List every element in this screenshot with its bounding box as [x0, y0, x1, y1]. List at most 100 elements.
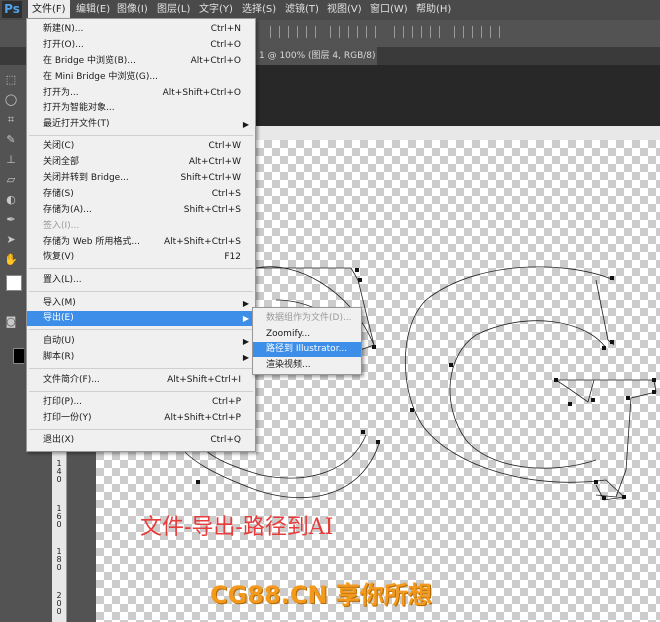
anchor-point — [652, 390, 656, 394]
anchor-point — [449, 363, 453, 367]
menu-layer[interactable]: 图层(L) — [153, 0, 194, 20]
menu-filter[interactable]: 滤镜(T) — [281, 0, 323, 20]
submenu-arrow-icon: ▶ — [242, 337, 249, 346]
menu-item-scripts[interactable]: 脚本(R) ▶ — [27, 350, 255, 365]
ruler-label: 1 4 0 — [56, 459, 62, 484]
foreground-color-swatch[interactable] — [6, 275, 22, 291]
menu-item-browse-bridge[interactable]: 在 Bridge 中浏览(B)... Alt+Ctrl+O — [27, 54, 255, 69]
submenu-item-paths-to-illustrator[interactable]: 路径到 Illustrator... — [253, 342, 361, 357]
menu-separator — [29, 268, 253, 269]
menu-item-export[interactable]: 导出(E) ▶ — [27, 311, 255, 326]
menu-separator — [29, 291, 253, 292]
submenu-arrow-icon: ▶ — [242, 353, 249, 362]
anchor-point — [622, 495, 626, 499]
submenu-item-zoomify[interactable]: Zoomify... — [253, 327, 361, 342]
hand-tool-icon[interactable]: ✋ — [3, 253, 19, 267]
distribute-bottom-icon[interactable] — [430, 26, 440, 38]
menu-item-open[interactable]: 打开(O)... Ctrl+O — [27, 38, 255, 53]
menu-select[interactable]: 选择(S) — [238, 0, 280, 20]
distribute-top-icon[interactable] — [394, 26, 404, 38]
anchor-point — [410, 408, 414, 412]
menu-type[interactable]: 文字(Y) — [195, 0, 237, 20]
quick-mask-icon[interactable]: ◙ — [3, 315, 19, 329]
distribute-right-icon[interactable] — [490, 26, 500, 38]
anchor-point — [626, 396, 630, 400]
export-submenu: 数据组作为文件(D)... Zoomify... 路径到 Illustrator… — [252, 307, 362, 375]
align-middle-icon[interactable] — [288, 26, 298, 38]
menu-window[interactable]: 窗口(W) — [366, 0, 412, 20]
menu-item-import[interactable]: 导入(M) ▶ — [27, 296, 255, 311]
menu-item-revert[interactable]: 恢复(V) F12 — [27, 250, 255, 265]
menu-separator — [29, 135, 253, 136]
align-top-icon[interactable] — [270, 26, 280, 38]
align-left-icon[interactable] — [330, 26, 340, 38]
menu-item-place[interactable]: 置入(L)... — [27, 273, 255, 288]
healing-brush-icon[interactable]: ✎ — [3, 133, 19, 147]
path-g-inner — [449, 320, 607, 469]
anchor-point — [568, 402, 572, 406]
path-g-crossbar — [555, 379, 595, 403]
anchor-point — [355, 268, 359, 272]
menu-item-close[interactable]: 关闭(C) Ctrl+W — [27, 139, 255, 154]
document-tab[interactable]: 1 @ 100% (图层 4, RGB/8) * — [255, 47, 377, 79]
menu-item-recent-files[interactable]: 最近打开文件(T) ▶ — [27, 117, 255, 132]
ruler-label: 1 8 0 — [56, 547, 62, 572]
toolbox: ⬚ ◯ ⌗ ✎ ⊥ ▱ ◐ ✒ ➤ ✋ ◙ — [0, 65, 29, 622]
submenu-item-render-video[interactable]: 渲染视频... — [253, 358, 361, 373]
file-menu: 新建(N)... Ctrl+N 打开(O)... Ctrl+O 在 Bridge 中… — [26, 18, 256, 452]
menu-separator — [29, 368, 253, 369]
blur-tool-icon[interactable]: ◐ — [3, 193, 19, 207]
pen-tool-icon[interactable]: ✒ — [3, 213, 19, 227]
menu-file[interactable]: 文件(F) — [28, 0, 70, 20]
submenu-arrow-icon: ▶ — [242, 299, 249, 308]
menu-item-print-one[interactable]: 打印一份(Y) Alt+Shift+Ctrl+P — [27, 411, 255, 426]
menu-item-print[interactable]: 打印(P)... Ctrl+P — [27, 395, 255, 410]
menu-separator — [29, 329, 253, 330]
ruler-label: 1 6 0 — [56, 504, 62, 529]
anchor-point — [361, 430, 365, 434]
distribute-center-icon[interactable] — [472, 26, 482, 38]
menu-item-open-as[interactable]: 打开为... Alt+Shift+Ctrl+O — [27, 86, 255, 101]
menu-item-file-info[interactable]: 文件简介(F)... Alt+Shift+Ctrl+I — [27, 373, 255, 388]
path-g-bar — [556, 379, 657, 498]
path-g-top — [595, 279, 615, 346]
align-center-icon[interactable] — [348, 26, 358, 38]
menu-item-open-smart-object[interactable]: 打开为智能对象... — [27, 101, 255, 116]
menu-item-close-go-bridge[interactable]: 关闭并转到 Bridge... Shift+Ctrl+W — [27, 171, 255, 186]
menu-bar: Ps 文件(F) 编辑(E) 图像(I) 图层(L) 文字(Y) 选择(S) 滤… — [0, 0, 660, 20]
menu-item-browse-mini-bridge[interactable]: 在 Mini Bridge 中浏览(G)... — [27, 70, 255, 85]
align-right-icon[interactable] — [366, 26, 376, 38]
menu-item-new[interactable]: 新建(N)... Ctrl+N — [27, 22, 255, 37]
anchor-point — [610, 340, 614, 344]
menu-item-save[interactable]: 存储(S) Ctrl+S — [27, 187, 255, 202]
submenu-arrow-icon: ▶ — [242, 314, 249, 323]
anchor-point — [196, 480, 200, 484]
menu-item-automate[interactable]: 自动(U) ▶ — [27, 334, 255, 349]
anchor-point — [372, 345, 376, 349]
menu-item-close-all[interactable]: 关闭全部 Alt+Ctrl+W — [27, 155, 255, 170]
stamp-tool-icon[interactable]: ⊥ — [3, 153, 19, 167]
submenu-arrow-icon: ▶ — [242, 120, 249, 129]
photoshop-logo: Ps — [2, 1, 22, 18]
menu-help[interactable]: 帮助(H) — [412, 0, 455, 20]
path-selection-icon[interactable]: ➤ — [3, 233, 19, 247]
menu-item-save-as[interactable]: 存储为(A)... Shift+Ctrl+S — [27, 203, 255, 218]
menu-item-check-in: 签入(I)... — [43, 221, 80, 231]
watermark: CG88.CN 享你所想 — [210, 581, 432, 609]
menu-view[interactable]: 视图(V) — [323, 0, 366, 20]
align-bottom-icon[interactable] — [306, 26, 316, 38]
menu-item-exit[interactable]: 退出(X) Ctrl+Q — [27, 433, 255, 448]
marquee-tool-icon[interactable]: ⬚ — [3, 73, 19, 87]
lasso-tool-icon[interactable]: ◯ — [3, 93, 19, 107]
anchor-point — [602, 496, 606, 500]
distribute-left-icon[interactable] — [454, 26, 464, 38]
menu-edit[interactable]: 编辑(E) — [72, 0, 114, 20]
submenu-item-data-sets: 数据组作为文件(D)... — [266, 313, 352, 323]
distribute-middle-icon[interactable] — [412, 26, 422, 38]
ruler-label: 2 0 0 — [56, 591, 62, 616]
menu-item-save-for-web[interactable]: 存储为 Web 所用格式... Alt+Shift+Ctrl+S — [27, 235, 255, 250]
crop-tool-icon[interactable]: ⌗ — [3, 113, 19, 127]
menu-image[interactable]: 图像(I) — [113, 0, 152, 20]
eraser-tool-icon[interactable]: ▱ — [3, 173, 19, 187]
anchor-point — [554, 378, 558, 382]
